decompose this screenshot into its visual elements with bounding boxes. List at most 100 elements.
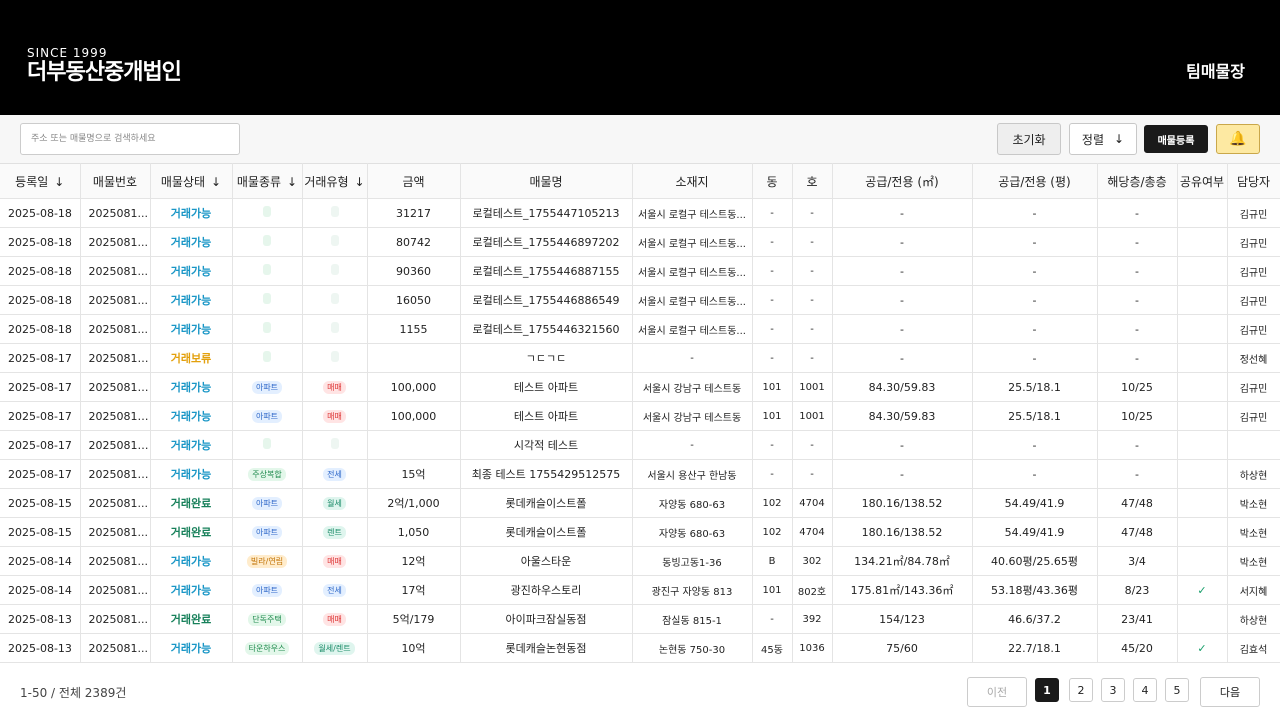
cell-name: 롯데캐슬논현동점 [460,633,633,663]
cell-name: 로컬테스트_1755446886549 [460,285,633,315]
cell-dong: - [752,343,793,373]
cell-date-text: 2025-08-18 [8,322,72,336]
col-header-shared[interactable]: 공유여부 [1177,163,1228,199]
cell-address: 서울시 로컬구 테스트동... [632,285,753,315]
cell-price-text: 100,000 [390,409,437,423]
page-4-button[interactable]: 4 [1133,678,1157,702]
sort-desc-icon[interactable]: ↓ [211,175,221,189]
cell-floor: - [1097,285,1178,315]
deal-type-badge: 매매 [323,381,346,394]
cell-agent-text: 김규민 [1239,325,1268,337]
col-header-floor[interactable]: 해당층/총층 [1097,163,1178,199]
cell-dong: 101 [752,575,793,605]
status-badge: 거래완료 [170,526,212,539]
next-page-button[interactable]: 다음 [1200,677,1260,707]
cell-price: 100,000 [367,401,461,431]
cell-date: 2025-08-13 [0,633,81,663]
table-row[interactable]: 2025-08-14 2025081... 거래가능 아파트 전세 17억 광진하우스토리 광… [0,575,1280,605]
status-badge: 거래가능 [170,381,212,394]
cell-area-pyeong-text: - [1032,206,1037,220]
cell-number-text: 20250817... [88,467,150,481]
prev-page-button[interactable]: 이전 [967,677,1027,707]
table-row[interactable]: 2025-08-17 20250817... 거래가능 시각적 테스트 - - - - - - [0,430,1280,460]
cell-status: 거래가능 [150,546,233,576]
col-header-dong[interactable]: 동 [752,163,793,199]
table-row[interactable]: 2025-08-13 2025081... 거래가능 타운하우스 월세/렌트 10억 롯데캐… [0,633,1280,663]
table-row[interactable]: 2025-08-18 2025081... 거래가능 90360 로컬테스트_17554… [0,256,1280,286]
cell-floor-text: - [1135,351,1139,365]
sort-desc-icon[interactable]: ↓ [54,175,64,189]
col-header-address[interactable]: 소재지 [632,163,753,199]
cell-floor: 45/20 [1097,633,1178,663]
company-logo[interactable]: SINCE 1999 더부동산중개법인 [27,46,182,86]
table-row[interactable]: 2025-08-13 2025081... 거래완료 단독주택 매매 5억/179 아이파크… [0,604,1280,634]
cell-price: 100,000 [367,372,461,402]
cell-number: 20250817... [80,372,151,402]
bell-icon[interactable]: 🔔 [1216,124,1260,154]
cell-shared [1177,430,1228,460]
table-row[interactable]: 2025-08-18 2025081... 거래가능 16050 로컬테스트_17554… [0,285,1280,315]
sort-desc-icon[interactable]: ↓ [287,175,297,189]
col-header-deal-type[interactable]: 거래유형 ↓ [302,163,368,199]
team-listing-title[interactable]: 팀매물장 [1186,58,1245,82]
cell-floor-text: - [1135,264,1139,278]
col-header-date[interactable]: 등록일 ↓ [0,163,81,199]
col-header-ho[interactable]: 호 [792,163,833,199]
cell-name-text: 아이파크잠실동점 [505,613,587,626]
col-header-agent[interactable]: 담당자 [1227,163,1280,199]
table-row[interactable]: 2025-08-17 20250817... 거래가능 주상복합 전세 15억 최종 테스트… [0,459,1280,489]
col-header-name[interactable]: 매물명 [460,163,633,199]
table-row[interactable]: 2025-08-17 20250817... 거래가능 아파트 매매 100,000 테스트… [0,372,1280,402]
cell-address: 동빙고동1-36 [632,546,753,576]
reset-button[interactable]: 초기화 [997,123,1061,155]
kind-badge [263,438,271,449]
table-row[interactable]: 2025-08-18 2025081... 거래가능 31217 로컬테스트_17554… [0,198,1280,228]
cell-ho: 1001 [792,401,833,431]
col-header-area-pyeong[interactable]: 공급/전용 (평) [972,163,1098,199]
cell-area-m2: - [832,314,973,344]
cell-floor: 10/25 [1097,372,1178,402]
table-row[interactable]: 2025-08-17 20250817... 거래보류 ㄱㄷㄱㄷ - - - - - - 정선혜 [0,343,1280,373]
col-header-kind[interactable]: 매물종류 ↓ [232,163,303,199]
search-input[interactable] [20,123,240,155]
cell-number: 2025081... [80,198,151,228]
cell-date: 2025-08-14 [0,575,81,605]
sort-button[interactable]: 정렬 ↓ [1069,123,1137,155]
cell-floor-text: - [1135,293,1139,307]
col-header-area-m2[interactable]: 공급/전용 (㎡) [832,163,973,199]
page-1-button[interactable]: 1 [1035,678,1059,702]
cell-kind [232,314,303,344]
cell-date-text: 2025-08-15 [8,496,72,510]
cell-address: 논현동 750-30 [632,633,753,663]
page-3-button[interactable]: 3 [1101,678,1125,702]
cell-address: 광진구 자양동 813 [632,575,753,605]
cell-agent: 김규민 [1227,256,1280,286]
table-row[interactable]: 2025-08-18 2025081... 거래가능 1155 로컬테스트_175544… [0,314,1280,344]
cell-area-pyeong-text: 25.5/18.1 [1008,380,1061,394]
cell-agent: 박소현 [1227,546,1280,576]
col-header-price[interactable]: 금액 [367,163,461,199]
table-row[interactable]: 2025-08-15 2025081... 거래완료 아파트 렌트 1,050 롯데캐슬이스… [0,517,1280,547]
sort-desc-icon[interactable]: ↓ [355,175,365,189]
cell-address-text: 서울시 로컬구 테스트동... [638,209,746,221]
cell-deal-type: 매매 [302,546,368,576]
page-5-button[interactable]: 5 [1165,678,1189,702]
table-row[interactable]: 2025-08-17 20250817... 거래가능 아파트 매매 100,000 테스트… [0,401,1280,431]
col-header-number[interactable]: 매물번호 [80,163,151,199]
cell-area-m2-text: - [900,293,904,307]
table-row[interactable]: 2025-08-15 2025081... 거래완료 아파트 월세 2억/1,000 롯데캐… [0,488,1280,518]
cell-dong: - [752,227,793,257]
cell-dong-text: 101 [762,410,782,422]
cell-ho: 4704 [792,517,833,547]
table-row[interactable]: 2025-08-18 2025081... 거래가능 80742 로컬테스트_17554… [0,227,1280,257]
cell-area-pyeong-text: - [1032,322,1037,336]
table-row[interactable]: 2025-08-14 2025081... 거래가능 빌라/연립 매매 12억 아울스타운 동… [0,546,1280,576]
page-2-button[interactable]: 2 [1069,678,1093,702]
cell-status: 거래가능 [150,575,233,605]
cell-date: 2025-08-18 [0,314,81,344]
cell-area-m2-text: 175.81㎡/143.36㎡ [850,584,954,597]
col-header-status[interactable]: 매물상태 ↓ [150,163,233,199]
cell-date: 2025-08-18 [0,256,81,286]
register-listing-button[interactable]: 매물등록 [1144,125,1208,153]
cell-agent: 김규민 [1227,198,1280,228]
